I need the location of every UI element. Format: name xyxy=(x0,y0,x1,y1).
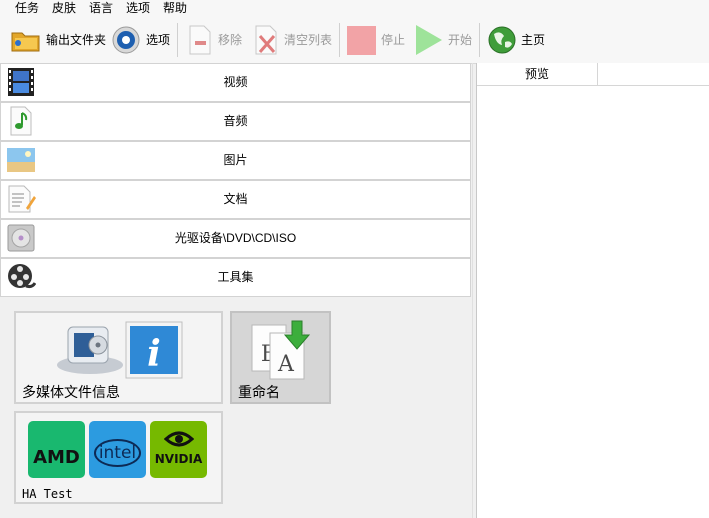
folder-icon xyxy=(11,32,40,52)
category-toolkit[interactable]: 工具集 xyxy=(0,258,471,297)
stop-icon xyxy=(347,25,376,55)
intel-logo-icon: intel xyxy=(89,421,146,478)
clear-list-icon xyxy=(255,25,277,55)
menu-bar: 任务 皮肤 语言 选项 帮助 xyxy=(0,0,709,17)
svg-text:A: A xyxy=(277,352,295,377)
preview-column-header[interactable]: 预览 xyxy=(477,63,598,85)
rename-label: 重命名 xyxy=(238,384,280,400)
options-button[interactable]: 选项 xyxy=(110,24,170,56)
clear-list-button[interactable]: 清空列表 xyxy=(252,24,332,56)
document-remove-icon xyxy=(189,25,211,55)
menu-help[interactable]: 帮助 xyxy=(163,1,187,16)
toolbar-separator xyxy=(177,23,178,57)
toolbar-separator xyxy=(339,23,340,57)
nvidia-logo-icon: NVIDIA xyxy=(150,421,207,478)
gear-icon xyxy=(112,26,140,54)
remove-label: 移除 xyxy=(218,33,243,47)
home-label: 主页 xyxy=(521,33,546,47)
category-document-label: 文档 xyxy=(223,192,248,206)
category-disc-drive-label: 光驱设备\DVD\CD\ISO xyxy=(174,231,297,245)
start-button[interactable]: 开始 xyxy=(414,24,472,56)
remove-button[interactable]: 移除 xyxy=(186,24,242,56)
preview-panel: 预览 xyxy=(476,63,709,518)
media-info-label: 多媒体文件信息 xyxy=(22,384,120,400)
media-player-icon xyxy=(57,326,123,374)
stop-button[interactable]: 停止 xyxy=(346,24,405,56)
panel-divider[interactable] xyxy=(472,63,473,518)
nvidia-logo-text: NVIDIA xyxy=(154,452,203,466)
category-picture-label: 图片 xyxy=(223,153,248,167)
category-disc-drive[interactable]: 光驱设备\DVD\CD\ISO xyxy=(0,219,471,258)
play-icon xyxy=(416,25,442,55)
ha-test-label: HA Test xyxy=(22,487,73,501)
toolbar: 输出文件夹 选项 移除 清空列表 停止 开始 主页 xyxy=(0,17,709,64)
category-document[interactable]: 文档 xyxy=(0,180,471,219)
menu-skin[interactable]: 皮肤 xyxy=(52,1,76,16)
rename-tile[interactable]: B A 重命名 xyxy=(230,311,331,404)
nvidia-eye-icon xyxy=(163,431,194,447)
amd-logo-text: AMD xyxy=(33,447,80,468)
output-folder-button[interactable]: 输出文件夹 xyxy=(10,24,106,56)
info-icon: i xyxy=(125,321,183,379)
stop-label: 停止 xyxy=(381,33,406,47)
svg-text:i: i xyxy=(147,333,161,375)
category-picture[interactable]: 图片 xyxy=(0,141,471,180)
amd-logo-icon: AMD xyxy=(28,421,85,478)
toolbar-separator xyxy=(479,23,480,57)
category-video[interactable]: 视频 xyxy=(0,63,471,102)
start-label: 开始 xyxy=(448,33,473,47)
home-button[interactable]: 主页 xyxy=(487,24,545,56)
media-info-tile[interactable]: i 多媒体文件信息 xyxy=(14,311,223,404)
category-toolkit-label: 工具集 xyxy=(217,270,254,284)
intel-logo-text: intel xyxy=(93,439,142,467)
globe-icon xyxy=(488,26,516,54)
category-audio-label: 音频 xyxy=(223,114,248,128)
preview-header: 预览 xyxy=(477,63,709,86)
ha-test-tile[interactable]: AMD intel NVIDIA HA Test xyxy=(14,411,223,504)
menu-task[interactable]: 任务 xyxy=(15,1,39,16)
menu-language[interactable]: 语言 xyxy=(89,1,113,16)
options-label: 选项 xyxy=(146,33,171,47)
menu-options[interactable]: 选项 xyxy=(126,1,150,16)
rename-icon: B A xyxy=(251,320,311,380)
output-folder-label: 输出文件夹 xyxy=(46,33,107,47)
category-video-label: 视频 xyxy=(223,75,248,89)
category-audio[interactable]: 音频 xyxy=(0,102,471,141)
clear-list-label: 清空列表 xyxy=(284,33,333,47)
